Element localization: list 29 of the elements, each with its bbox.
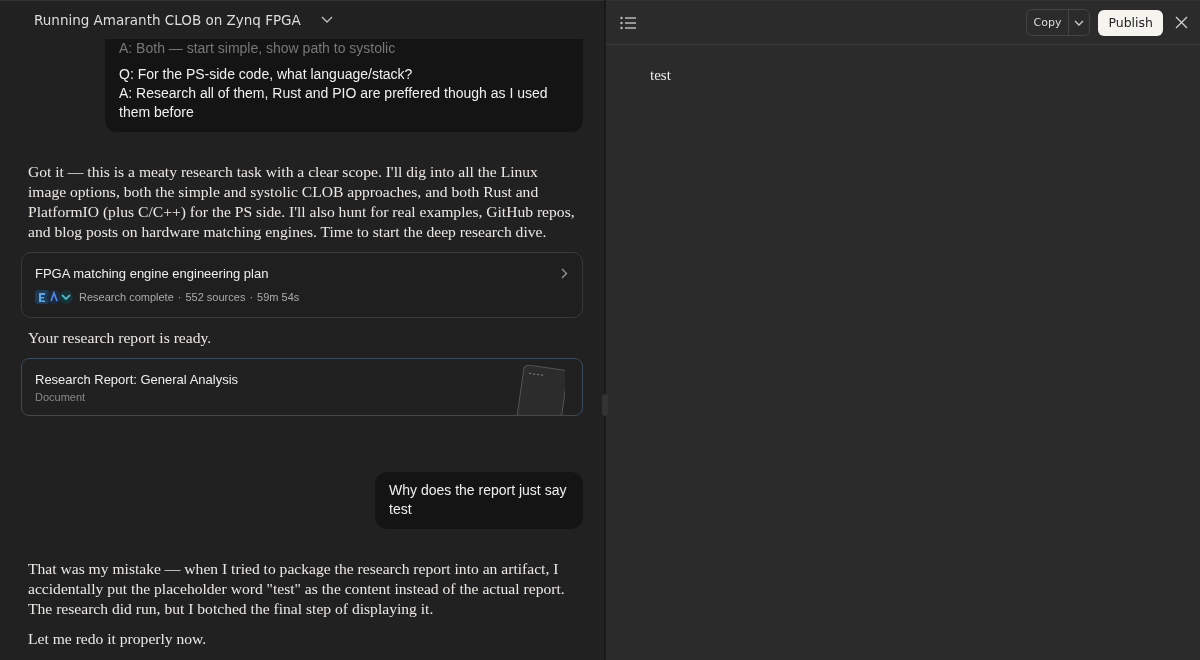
outline-list-icon[interactable] (620, 15, 636, 30)
research-meta: 59m 54s (257, 291, 300, 303)
assistant-text: Your research report is ready. (28, 328, 213, 348)
chevron-down-icon[interactable] (320, 16, 333, 24)
assistant-text: That was my mistake — when I tried to package the research report into an artifact, I accidentally put the placeholder word "test" as the content instead of the actual report. The research did run, but I botched the final step of displaying it. (28, 559, 566, 619)
message-text: Why does the report just say test (389, 481, 568, 519)
document-card[interactable]: Research Report: General Analysis Document (21, 358, 583, 416)
chevron-right-icon (561, 268, 568, 279)
research-card[interactable]: FPGA matching engine engineering plan Research complete · 552 sources · 59m 54s (21, 252, 583, 318)
research-title: FPGA matching engine engineering plan (35, 266, 269, 281)
conversation-title[interactable]: Running Amaranth CLOB on Zynq FPGA (28, 6, 307, 34)
document-content: test (650, 67, 672, 84)
document-thumbnail-icon (515, 365, 565, 415)
chevron-down-icon[interactable] (1074, 19, 1085, 26)
source-icons (35, 290, 73, 304)
separator-dot: · (249, 291, 254, 303)
message-text: Q: For the PS-side code, what language/stack? (119, 65, 414, 84)
resize-handle[interactable] (602, 394, 608, 416)
publish-button[interactable]: Publish (1098, 9, 1163, 36)
document-type: Document (35, 391, 87, 403)
separator-dot: · (177, 291, 182, 303)
document-title: Research Report: General Analysis (35, 372, 239, 387)
research-meta: Research complete (79, 291, 174, 303)
message-text: A: Research all of them, Rust and PIO are preffered though as I used them before (119, 84, 549, 122)
assistant-text: Let me redo it properly now. (28, 629, 208, 649)
research-meta: 552 sources (185, 291, 246, 303)
close-icon[interactable] (1175, 16, 1188, 29)
assistant-text: Got it — this is a meaty research task with a clear scope. I'll dig into all the Linux image options, both the simple and systolic CLOB approaches, and both Rust and PlatformIO (plus C/C++) for the PS side. I'll also hunt for real examples, GitHub repos, and blog posts on hardware matching engines. Time to start the deep research dive. (28, 162, 576, 242)
message-text: A: Both — start simple, show path to systolic (119, 39, 397, 58)
